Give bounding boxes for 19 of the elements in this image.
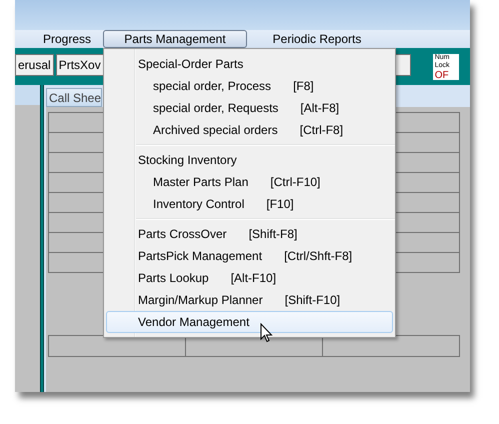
menu-item[interactable]: Margin/Markup Planner [Shift-F10] [106,289,393,311]
menu-item[interactable]: Inventory Control [F10] [106,193,393,215]
menu-item[interactable]: special order, Requests [Alt-F8] [106,97,393,119]
toolbar-button[interactable]: PrtsXov [56,54,104,76]
menu-item[interactable]: Periodic Reports [247,30,387,48]
toolbar-button[interactable]: erusal [15,54,54,76]
menu-item[interactable]: special order, Process [F8] [106,75,393,97]
tab[interactable]: Call Shee [46,88,102,107]
menu-item[interactable]: Special-Order Parts [106,53,393,75]
menu-item[interactable]: Archived special orders [Ctrl-F8] [106,119,393,141]
menu-item[interactable]: PartsPick Management [Ctrl/Shft-F8] [106,245,393,267]
menu-item[interactable]: Parts CrossOver [Shift-F8] [106,223,393,245]
menu-item[interactable]: Stocking Inventory [106,149,393,171]
menu-item[interactable]: Parts Lookup [Alt-F10] [106,267,393,289]
menu-item[interactable]: Parts Management [103,30,247,48]
num-lock-state: OF [434,70,449,81]
menu-item[interactable]: Vendor Management [106,311,393,333]
menu-item[interactable]: Master Parts Plan [Ctrl-F10] [106,171,393,193]
menu-item[interactable]: Progress [15,30,103,48]
